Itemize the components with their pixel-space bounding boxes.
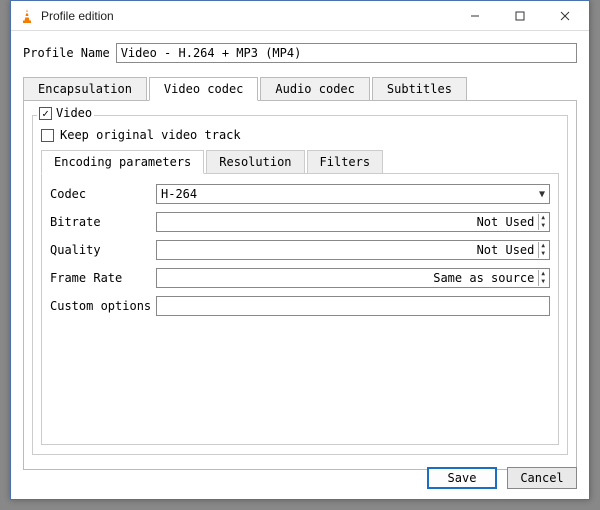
framerate-value: Same as source <box>433 271 536 285</box>
keep-original-row: Keep original video track <box>41 128 559 142</box>
video-groupbox: ✓ Video Keep original video track Encodi… <box>32 115 568 455</box>
quality-row: Quality Not Used ▲▼ <box>50 240 550 260</box>
dialog-buttons: Save Cancel <box>427 467 577 489</box>
video-legend-label: Video <box>56 106 92 120</box>
outer-tabs: Encapsulation Video codec Audio codec Su… <box>23 77 577 470</box>
outer-tab-pane: ✓ Video Keep original video track Encodi… <box>23 100 577 470</box>
quality-label: Quality <box>50 243 150 257</box>
codec-value: H-264 <box>161 187 197 201</box>
video-legend: ✓ Video <box>37 106 94 120</box>
profile-edition-window: Profile edition Profile Name Encapsula <box>10 0 590 500</box>
tab-encapsulation[interactable]: Encapsulation <box>23 77 147 101</box>
codec-select[interactable]: H-264 ▼ <box>156 184 550 204</box>
encoding-pane: Codec H-264 ▼ Bitrate <box>41 173 559 445</box>
outer-tab-row: Encapsulation Video codec Audio codec Su… <box>23 77 577 100</box>
chevron-down-icon: ▼ <box>539 189 545 200</box>
tab-audio-codec[interactable]: Audio codec <box>260 77 369 101</box>
custom-options-label: Custom options <box>50 299 150 313</box>
window-title: Profile edition <box>41 9 452 23</box>
tab-video-codec[interactable]: Video codec <box>149 77 258 101</box>
framerate-spinner[interactable]: Same as source ▲▼ <box>156 268 550 288</box>
framerate-stepper[interactable]: ▲▼ <box>538 270 547 286</box>
cancel-button[interactable]: Cancel <box>507 467 577 489</box>
inner-tab-row: Encoding parameters Resolution Filters <box>41 150 559 173</box>
quality-value: Not Used <box>477 243 537 257</box>
bitrate-label: Bitrate <box>50 215 150 229</box>
framerate-row: Frame Rate Same as source ▲▼ <box>50 268 550 288</box>
bitrate-stepper[interactable]: ▲▼ <box>538 214 547 230</box>
maximize-button[interactable] <box>497 2 542 30</box>
tab-subtitles[interactable]: Subtitles <box>372 77 467 101</box>
quality-spinner[interactable]: Not Used ▲▼ <box>156 240 550 260</box>
tab-filters[interactable]: Filters <box>307 150 384 174</box>
custom-options-row: Custom options <box>50 296 550 316</box>
window-controls <box>452 2 587 30</box>
content-area: Profile Name Encapsulation Video codec A… <box>11 31 589 478</box>
vlc-cone-icon <box>19 8 35 24</box>
codec-row: Codec H-264 ▼ <box>50 184 550 204</box>
close-button[interactable] <box>542 2 587 30</box>
codec-label: Codec <box>50 187 150 201</box>
bitrate-row: Bitrate Not Used ▲▼ <box>50 212 550 232</box>
video-checkbox[interactable]: ✓ <box>39 107 52 120</box>
save-button[interactable]: Save <box>427 467 497 489</box>
bitrate-value: Not Used <box>477 215 537 229</box>
minimize-button[interactable] <box>452 2 497 30</box>
custom-options-input[interactable] <box>156 296 550 316</box>
keep-original-checkbox[interactable] <box>41 129 54 142</box>
profile-name-row: Profile Name <box>23 43 577 63</box>
tab-encoding-parameters[interactable]: Encoding parameters <box>41 150 204 174</box>
profile-name-input[interactable] <box>116 43 577 63</box>
keep-original-label: Keep original video track <box>60 128 241 142</box>
framerate-label: Frame Rate <box>50 271 150 285</box>
bitrate-spinner[interactable]: Not Used ▲▼ <box>156 212 550 232</box>
profile-name-label: Profile Name <box>23 46 110 60</box>
quality-stepper[interactable]: ▲▼ <box>538 242 547 258</box>
tab-resolution[interactable]: Resolution <box>206 150 304 174</box>
titlebar: Profile edition <box>11 1 589 31</box>
